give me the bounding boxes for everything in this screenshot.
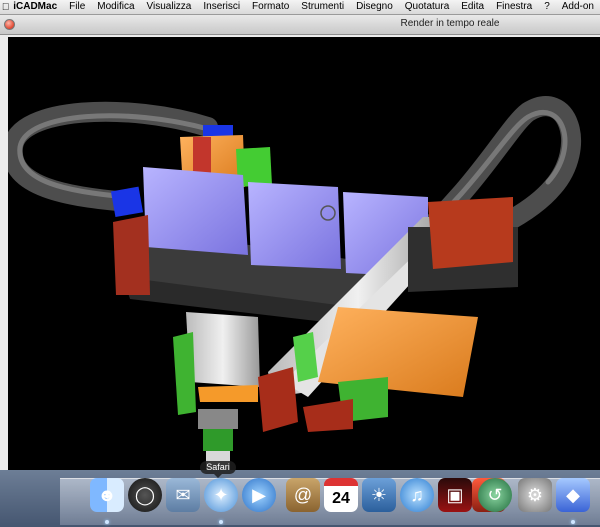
menu-visualizza[interactable]: Visualizza: [141, 0, 198, 14]
icadmac-icon[interactable]: ◆: [556, 478, 590, 512]
apple-icon[interactable]: : [0, 2, 11, 13]
calendar-date: 24: [332, 490, 350, 507]
render-window: Render in tempo reale: [0, 15, 600, 470]
address-book-icon[interactable]: @: [286, 478, 320, 512]
dock-tooltip: Safari: [200, 461, 236, 474]
menu-help[interactable]: ?: [538, 0, 556, 14]
menu-edita[interactable]: Edita: [455, 0, 490, 14]
render-viewport[interactable]: [8, 37, 600, 470]
gear-icon[interactable]: ⚙: [518, 478, 552, 512]
menu-disegno[interactable]: Disegno: [350, 0, 399, 14]
compass-icon[interactable]: ✦: [204, 478, 238, 512]
menu-quotatura[interactable]: Quotatura: [399, 0, 455, 14]
dashboard-icon[interactable]: ◯: [128, 478, 162, 512]
menu-formato[interactable]: Formato: [246, 0, 295, 14]
calendar-icon[interactable]: 24: [324, 478, 358, 512]
menu-inserisci[interactable]: Inserisci: [197, 0, 246, 14]
music-icon[interactable]: ♫: [400, 478, 434, 512]
front-row-icon[interactable]: ▣: [438, 478, 472, 512]
menu-file[interactable]: File: [63, 0, 91, 14]
window-title: Render in tempo reale: [400, 18, 500, 29]
3d-model-render: [8, 96, 581, 470]
time-machine-icon[interactable]: ↺: [478, 478, 512, 512]
window-title-bar[interactable]: Render in tempo reale: [0, 15, 600, 35]
running-indicator-icadmac: [571, 520, 575, 524]
menu-modifica[interactable]: Modifica: [91, 0, 140, 14]
menu-add-on[interactable]: Add-on: [556, 0, 600, 14]
finder-icon[interactable]: ☻: [90, 478, 124, 512]
menu-app-name[interactable]: iCADMac: [11, 0, 63, 14]
mail-icon[interactable]: ✉: [166, 478, 200, 512]
menu-bar:  iCADMac File Modifica Visualizza Inser…: [0, 0, 600, 15]
video-chat-icon[interactable]: ▶: [242, 478, 276, 512]
running-indicator-finder: [105, 520, 109, 524]
menu-strumenti[interactable]: Strumenti: [295, 0, 350, 14]
menu-finestra[interactable]: Finestra: [490, 0, 538, 14]
photos-icon[interactable]: ☀: [362, 478, 396, 512]
dock-tooltip-arrow: [214, 474, 222, 478]
running-indicator-safari: [219, 520, 223, 524]
